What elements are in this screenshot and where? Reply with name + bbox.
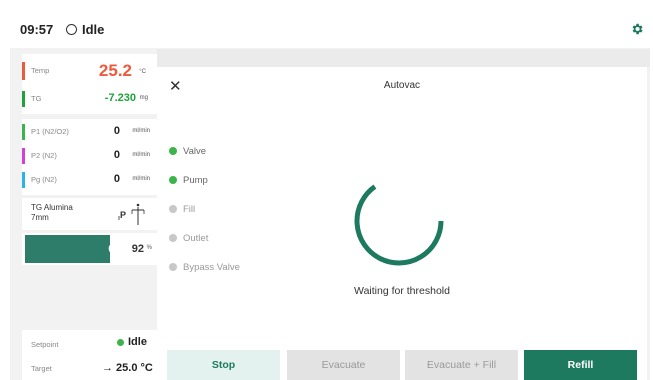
crucible-title-line1: TG Alumina xyxy=(31,203,73,212)
clock: 09:57 xyxy=(20,22,54,37)
pg-unit: ml/min xyxy=(132,176,150,182)
step-label: Fill xyxy=(183,204,196,215)
reading-card: Temp 25.2 °C TG -7.230 mg xyxy=(22,54,158,114)
step-outlet: Outlet xyxy=(169,232,289,246)
status-circle-icon xyxy=(66,24,77,35)
refill-button[interactable]: Refill xyxy=(524,350,637,380)
tg-value: -7.230 xyxy=(104,92,136,104)
status-text: Idle xyxy=(82,22,105,37)
p2-value: 0 xyxy=(113,149,120,161)
crucible-title-line2: 7mm xyxy=(31,213,49,222)
temp-label: Temp xyxy=(31,66,50,75)
pg-color-bar xyxy=(22,172,25,188)
tg-color-bar xyxy=(22,91,25,107)
temp-color-bar xyxy=(22,62,25,80)
p2-unit: ml/min xyxy=(132,152,150,158)
setpoint-card: Setpoint Idle Target → 25.0 °C xyxy=(22,330,158,380)
step-fill: Fill xyxy=(169,203,289,217)
step-status-dot xyxy=(169,263,177,271)
tg-label: TG xyxy=(31,94,42,103)
progress-value: 92 xyxy=(131,243,144,255)
step-label: Outlet xyxy=(183,233,209,244)
progress-card: 92 % xyxy=(22,233,158,265)
timer-icon xyxy=(108,242,121,255)
p2-color-bar xyxy=(22,148,25,164)
flow-row-p1: P1 (N2/O2) 0 ml/min xyxy=(22,121,158,143)
target-label: Target xyxy=(31,364,52,373)
progress-unit: % xyxy=(146,245,152,251)
evacuate-fill-button[interactable]: Evacuate + Fill xyxy=(405,350,518,380)
top-bar: 09:57 Idle xyxy=(10,12,650,48)
temp-value: 25.2 xyxy=(98,61,132,80)
step-valve: Valve xyxy=(169,145,289,159)
step-bypass-valve: Bypass Valve xyxy=(169,261,289,275)
pg-label: Pg (N2) xyxy=(31,175,57,184)
svg-text:ǁ: ǁ xyxy=(118,216,120,222)
pg-value: 0 xyxy=(113,173,120,185)
step-label: Pump xyxy=(183,175,208,186)
p1-color-bar xyxy=(22,124,25,140)
gear-icon[interactable] xyxy=(630,22,644,36)
dialog-backdrop xyxy=(157,49,650,67)
p1-value: 0 xyxy=(113,125,120,137)
screen: 09:57 Idle Temp 25.2 °C TG -7.230 mg P1 … xyxy=(10,12,650,380)
flow-card: P1 (N2/O2) 0 ml/min P2 (N2) 0 ml/min Pg … xyxy=(22,119,158,195)
setpoint-status: Idle xyxy=(128,336,147,348)
p1-unit: ml/min xyxy=(132,128,150,134)
step-pump: Pump xyxy=(169,174,289,188)
p2-label: P2 (N2) xyxy=(31,151,57,160)
progress-fill xyxy=(25,235,110,263)
p1-label: P1 (N2/O2) xyxy=(31,127,69,136)
waiting-text: Waiting for threshold xyxy=(354,285,450,297)
balance-p-icon: P ǁ xyxy=(118,203,145,225)
step-label: Valve xyxy=(183,146,207,157)
step-status-dot xyxy=(169,176,177,184)
tg-unit: mg xyxy=(139,95,148,101)
temp-unit: °C xyxy=(139,69,146,75)
autovac-dialog: ✕ Autovac Valve Pump Fill Outlet Bypass … xyxy=(157,67,647,380)
crucible-title: TG Alumina 7mm xyxy=(31,203,73,223)
loading-spinner-icon xyxy=(354,184,444,266)
target-value: → 25.0 °C xyxy=(102,362,153,374)
step-label: Bypass Valve xyxy=(183,262,240,273)
dialog-title: Autovac xyxy=(383,80,421,91)
step-status-dot xyxy=(169,147,177,155)
step-status-dot xyxy=(169,205,177,213)
step-status-dot xyxy=(169,234,177,242)
tg-row: TG -7.230 mg xyxy=(22,88,158,110)
flow-row-pg: Pg (N2) 0 ml/min xyxy=(22,169,158,191)
crucible-card[interactable]: TG Alumina 7mm P ǁ xyxy=(22,198,158,230)
svg-text:P: P xyxy=(120,210,126,220)
setpoint-status-dot xyxy=(117,339,124,346)
temp-row: Temp 25.2 °C xyxy=(22,58,158,84)
flow-row-p2: P2 (N2) 0 ml/min xyxy=(22,145,158,167)
stop-button[interactable]: Stop xyxy=(167,350,280,380)
setpoint-label: Setpoint xyxy=(31,340,59,349)
evacuate-button[interactable]: Evacuate xyxy=(287,350,400,380)
